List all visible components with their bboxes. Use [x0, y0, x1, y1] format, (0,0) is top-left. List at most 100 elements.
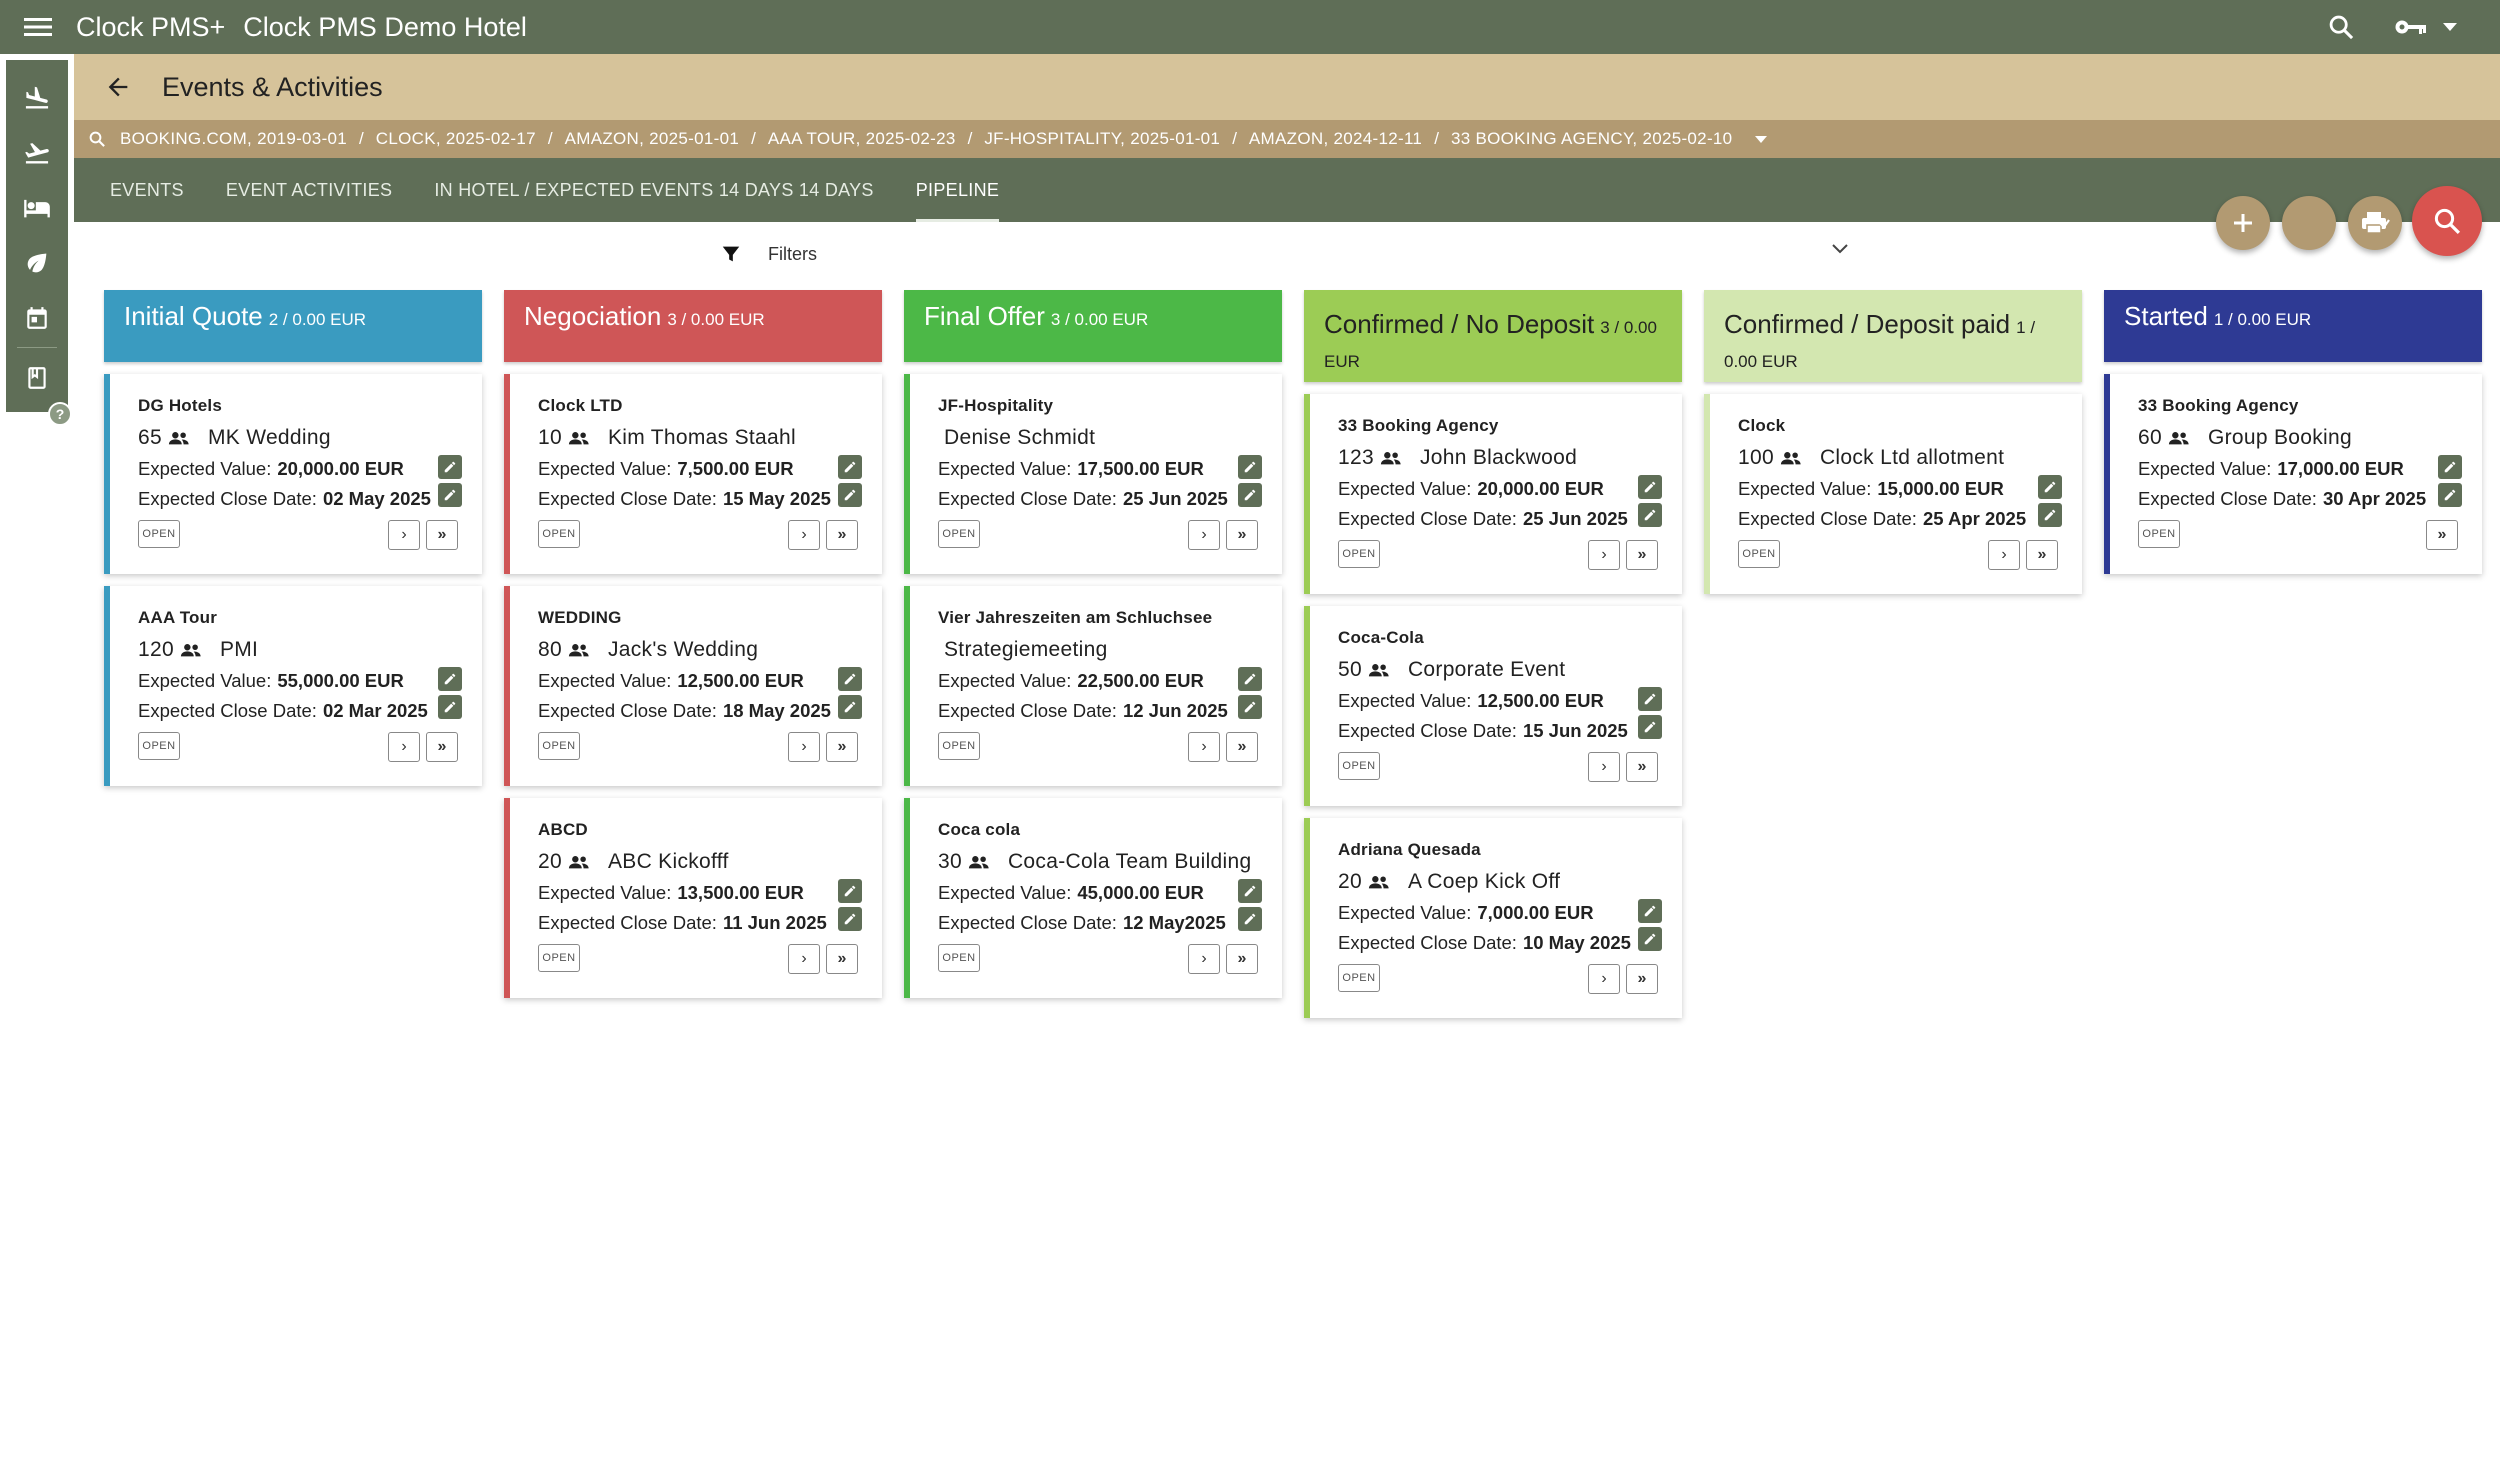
edit-close-date-button[interactable]: [2038, 503, 2062, 527]
move-last-button[interactable]: »: [426, 732, 458, 762]
move-last-button[interactable]: »: [1626, 540, 1658, 570]
rail-calendar[interactable]: [6, 290, 68, 345]
search-fab-button[interactable]: [2412, 186, 2482, 256]
rail-guide[interactable]: [6, 350, 68, 405]
tab-pipeline[interactable]: PIPELINE: [915, 158, 1000, 222]
edit-close-date-button[interactable]: [1638, 927, 1662, 951]
chevron-down-icon[interactable]: [1830, 242, 1850, 256]
edit-close-date-button[interactable]: [1638, 503, 1662, 527]
pipeline-card[interactable]: Clock 100 Clock Ltd allotment Expected Valu…: [1704, 394, 2082, 594]
history-item[interactable]: JF-HOSPITALITY, 2025-01-01: [984, 129, 1220, 149]
blank-action-button[interactable]: [2282, 196, 2336, 250]
move-next-button[interactable]: ›: [788, 520, 820, 550]
edit-close-date-button[interactable]: [438, 695, 462, 719]
move-last-button[interactable]: »: [826, 520, 858, 550]
global-search-button[interactable]: [2306, 0, 2376, 54]
status-open-button[interactable]: OPEN: [938, 732, 980, 760]
history-item[interactable]: AMAZON, 2025-01-01: [565, 129, 740, 149]
edit-close-date-button[interactable]: [2438, 483, 2462, 507]
move-next-button[interactable]: ›: [388, 732, 420, 762]
status-open-button[interactable]: OPEN: [1338, 752, 1380, 780]
account-menu-button[interactable]: [2376, 0, 2476, 54]
edit-value-button[interactable]: [438, 667, 462, 691]
pipeline-card[interactable]: WEDDING 80 Jack's Wedding Expected Value: 12…: [504, 586, 882, 786]
edit-close-date-button[interactable]: [1238, 483, 1262, 507]
move-last-button[interactable]: »: [2026, 540, 2058, 570]
move-next-button[interactable]: ›: [1588, 752, 1620, 782]
status-open-button[interactable]: OPEN: [1338, 540, 1380, 568]
tab-in-hotel-expected-events[interactable]: IN HOTEL / EXPECTED EVENTS 14 DAYS 14 DA…: [434, 158, 873, 222]
history-item[interactable]: 33 BOOKING AGENCY, 2025-02-10: [1451, 129, 1732, 149]
move-last-button[interactable]: »: [826, 944, 858, 974]
menu-button[interactable]: [0, 0, 76, 54]
edit-value-button[interactable]: [1238, 879, 1262, 903]
move-last-button[interactable]: »: [1226, 944, 1258, 974]
move-next-button[interactable]: ›: [1588, 540, 1620, 570]
pipeline-card[interactable]: 33 Booking Agency 60 Group Booking Expected…: [2104, 374, 2482, 574]
edit-value-button[interactable]: [838, 455, 862, 479]
move-last-button[interactable]: »: [1626, 752, 1658, 782]
edit-value-button[interactable]: [1238, 455, 1262, 479]
move-next-button[interactable]: ›: [788, 944, 820, 974]
back-button[interactable]: [74, 54, 162, 120]
move-next-button[interactable]: ›: [1588, 964, 1620, 994]
move-next-button[interactable]: ›: [1988, 540, 2020, 570]
move-next-button[interactable]: ›: [1188, 732, 1220, 762]
edit-close-date-button[interactable]: [838, 483, 862, 507]
move-next-button[interactable]: ›: [1188, 520, 1220, 550]
rail-spa[interactable]: [6, 235, 68, 290]
pipeline-card[interactable]: Clock LTD 10 Kim Thomas Staahl Expected Val…: [504, 374, 882, 574]
edit-value-button[interactable]: [2438, 455, 2462, 479]
move-last-button[interactable]: »: [1226, 520, 1258, 550]
tab-events[interactable]: EVENTS: [110, 158, 184, 222]
move-last-button[interactable]: »: [2426, 520, 2458, 550]
status-open-button[interactable]: OPEN: [1738, 540, 1780, 568]
rail-rooms[interactable]: [6, 180, 68, 235]
edit-value-button[interactable]: [1638, 899, 1662, 923]
move-next-button[interactable]: ›: [788, 732, 820, 762]
history-item[interactable]: AAA TOUR, 2025-02-23: [768, 129, 956, 149]
print-button[interactable]: [2348, 196, 2402, 250]
rail-arrivals[interactable]: [6, 70, 68, 125]
move-next-button[interactable]: ›: [388, 520, 420, 550]
pipeline-card[interactable]: Coca-Cola 50 Corporate Event Expected Value…: [1304, 606, 1682, 806]
status-open-button[interactable]: OPEN: [2138, 520, 2180, 548]
status-open-button[interactable]: OPEN: [138, 732, 180, 760]
move-last-button[interactable]: »: [1226, 732, 1258, 762]
edit-value-button[interactable]: [838, 879, 862, 903]
edit-value-button[interactable]: [1238, 667, 1262, 691]
edit-close-date-button[interactable]: [438, 483, 462, 507]
tab-event-activities[interactable]: EVENT ACTIVITIES: [226, 158, 393, 222]
help-badge-icon[interactable]: ?: [48, 402, 72, 426]
status-open-button[interactable]: OPEN: [538, 520, 580, 548]
status-open-button[interactable]: OPEN: [1338, 964, 1380, 992]
status-open-button[interactable]: OPEN: [138, 520, 180, 548]
edit-close-date-button[interactable]: [1238, 695, 1262, 719]
add-event-button[interactable]: [2216, 196, 2270, 250]
filters-panel[interactable]: Filters: [720, 236, 1850, 272]
status-open-button[interactable]: OPEN: [938, 520, 980, 548]
pipeline-card[interactable]: Vier Jahreszeiten am Schluchsee Strategie…: [904, 586, 1282, 786]
pipeline-card[interactable]: JF-Hospitality Denise Schmidt Expected Val…: [904, 374, 1282, 574]
edit-close-date-button[interactable]: [838, 907, 862, 931]
edit-value-button[interactable]: [1638, 687, 1662, 711]
pipeline-card[interactable]: Coca cola 30 Coca-Cola Team Building Expect…: [904, 798, 1282, 998]
pipeline-card[interactable]: AAA Tour 120 PMI Expected Value: 55,000.00 E…: [104, 586, 482, 786]
hotel-name[interactable]: Clock PMS Demo Hotel: [243, 12, 527, 43]
edit-close-date-button[interactable]: [1238, 907, 1262, 931]
edit-close-date-button[interactable]: [838, 695, 862, 719]
edit-close-date-button[interactable]: [1638, 715, 1662, 739]
move-last-button[interactable]: »: [826, 732, 858, 762]
history-dropdown-icon[interactable]: [1754, 135, 1768, 144]
status-open-button[interactable]: OPEN: [938, 944, 980, 972]
pipeline-card[interactable]: 33 Booking Agency 123 John Blackwood Expect…: [1304, 394, 1682, 594]
rail-departures[interactable]: [6, 125, 68, 180]
status-open-button[interactable]: OPEN: [538, 732, 580, 760]
history-item[interactable]: AMAZON, 2024-12-11: [1249, 129, 1422, 149]
move-next-button[interactable]: ›: [1188, 944, 1220, 974]
edit-value-button[interactable]: [838, 667, 862, 691]
pipeline-card[interactable]: ABCD 20 ABC Kickofff Expected Value: 13,500.…: [504, 798, 882, 998]
edit-value-button[interactable]: [1638, 475, 1662, 499]
status-open-button[interactable]: OPEN: [538, 944, 580, 972]
pipeline-card[interactable]: Adriana Quesada 20 A Coep Kick Off Expected…: [1304, 818, 1682, 1018]
